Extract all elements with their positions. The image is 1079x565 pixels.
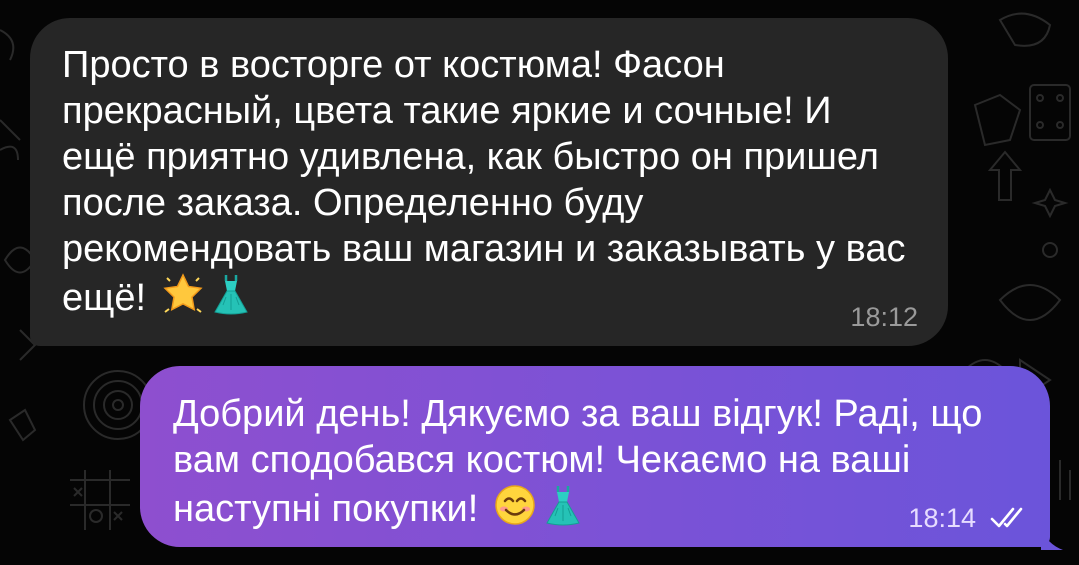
glowing-star-emoji-icon	[161, 272, 205, 316]
read-double-check-icon	[990, 507, 1023, 528]
outgoing-message-bubble[interactable]: Добрий день! Дякуємо за ваш відгук! Раді…	[140, 366, 1050, 547]
bubble-tail	[1041, 528, 1063, 550]
incoming-message-bubble[interactable]: Просто в восторге от костюма! Фасон прек…	[30, 18, 948, 346]
dress-emoji-icon	[541, 483, 585, 527]
dress-emoji-icon	[209, 272, 253, 316]
chat-view: Просто в восторге от костюма! Фасон прек…	[0, 0, 1079, 565]
message-timestamp: 18:14	[908, 503, 976, 533]
message-timestamp: 18:12	[850, 302, 918, 332]
smiling-face-emoji-icon	[493, 483, 537, 527]
